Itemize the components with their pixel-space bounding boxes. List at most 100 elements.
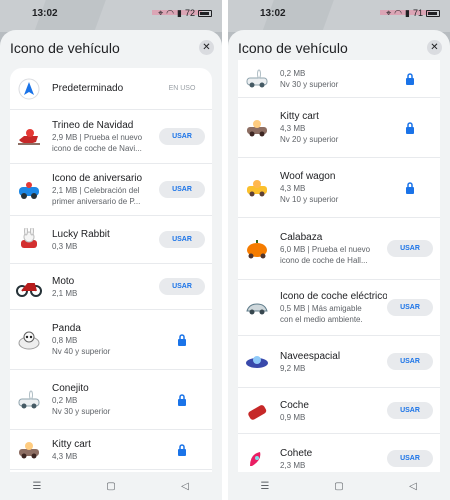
vehicle-name: Lucky Rabbit: [52, 228, 110, 240]
wifi-icon: ◠: [166, 7, 175, 18]
vehicle-row[interactable]: Icono de aniversario 2,1 MB | Celebración…: [10, 164, 212, 216]
vehicle-detail: Nv 30 y superior: [280, 79, 339, 89]
home-icon[interactable]: ▢: [329, 481, 349, 492]
left-screen: 13:02 ⌖ ◠ ▮ 72 Icono de vehículo ✕ Prede…: [0, 0, 222, 500]
vehicle-text: Naveespacial 9,2 MB: [280, 350, 387, 374]
vehicle-text: Woof wagon 4,3 MB Nv 10 y superior: [280, 170, 387, 205]
vehicle-row[interactable]: Icono de coche eléctrico 0,5 MB | Más ami…: [238, 280, 440, 336]
vehicle-size: 9,2 MB: [280, 363, 306, 373]
vehicle-text: Trineo de Navidad 2,9 MB | Prueba el nuev…: [52, 119, 159, 154]
lock-icon: [387, 72, 433, 85]
vehicle-text: Panda 0,8 MB Nv 40 y superior: [52, 322, 159, 357]
vehicle-icon-sheet: Icono de vehículo ✕ 0,2 MB Nv 30 y superi…: [228, 30, 450, 472]
right-screen: 13:02 ⌖ ◠ ▮ 71 Icono de vehículo ✕ 0,2 M…: [228, 0, 450, 500]
vehicle-text: Calabaza 6,0 MB | Prueba el nuevo icono de…: [280, 231, 387, 266]
use-button[interactable]: USAR: [159, 128, 205, 145]
vehicle-row[interactable]: Moto 2,1 MB USAR: [10, 264, 212, 310]
menu-icon[interactable]: ☰: [27, 481, 47, 492]
vehicle-name: Icono de coche eléctrico: [280, 291, 387, 302]
vehicle-text: Predeterminado: [52, 82, 159, 95]
vehicle-row[interactable]: Predeterminado EN USO: [10, 68, 212, 110]
back-icon[interactable]: ◁: [175, 481, 195, 492]
sheet-title: Icono de vehículo: [238, 40, 348, 56]
lucky-rabbit-icon: [16, 227, 42, 253]
vehicle-row[interactable]: Coche 0,9 MB USAR: [238, 388, 440, 434]
vehicle-detail: primer aniversario de P...: [52, 197, 141, 206]
status-icons: ⌖ ◠ ▮ 71: [386, 8, 440, 19]
vehicle-size: 2,9 MB | Prueba el nuevo: [52, 133, 143, 142]
location-icon: ⌖: [158, 7, 164, 18]
wifi-icon: ◠: [394, 7, 403, 18]
vehicle-text: Coche 0,9 MB: [280, 399, 387, 423]
vehicle-detail: icono de coche de Hall...: [280, 256, 368, 265]
battery-percent: 72: [184, 8, 195, 18]
status-bar: 13:02 ⌖ ◠ ▮ 72: [0, 6, 222, 20]
vehicle-text: Kitty cart 4,3 MB: [52, 438, 159, 462]
use-button[interactable]: USAR: [387, 299, 433, 316]
close-icon: ✕: [430, 42, 439, 53]
back-icon[interactable]: ◁: [403, 481, 423, 492]
status-time: 13:02: [260, 7, 286, 19]
vehicle-row[interactable]: Conejito 0,2 MB Nv 30 y superior: [10, 370, 212, 430]
vehicle-detail: Nv 40 y superior: [52, 347, 111, 356]
bunny-car-icon: [244, 66, 270, 92]
lock-icon: [159, 443, 205, 456]
use-button[interactable]: USAR: [159, 231, 205, 248]
vehicle-name: Moto: [52, 275, 75, 287]
vehicle-row[interactable]: Kitty cart 4,3 MB: [10, 430, 212, 470]
home-icon[interactable]: ▢: [101, 481, 121, 492]
vehicle-text: Conejito 0,2 MB Nv 30 y superior: [52, 382, 159, 417]
battery-icon: [426, 9, 440, 17]
close-button[interactable]: ✕: [199, 40, 214, 55]
lock-icon: [159, 333, 205, 346]
status-bar: 13:02 ⌖ ◠ ▮ 71: [228, 6, 450, 20]
bunny-car-icon: [16, 387, 42, 413]
car-icon: [244, 398, 270, 424]
lock-icon: [387, 121, 433, 134]
use-button[interactable]: USAR: [387, 402, 433, 419]
use-button[interactable]: USAR: [387, 353, 433, 370]
status-time: 13:02: [32, 7, 58, 19]
use-button[interactable]: USAR: [159, 278, 205, 295]
vehicle-row[interactable]: Calabaza 6,0 MB | Prueba el nuevo icono de…: [238, 218, 440, 280]
vehicle-row[interactable]: Naveespacial 9,2 MB USAR: [238, 336, 440, 388]
battery-icon: [198, 9, 212, 17]
vehicle-name: Predeterminado: [52, 83, 124, 94]
vehicle-name: Panda: [52, 323, 81, 334]
vehicle-size: 4,3 MB: [280, 184, 306, 193]
vehicle-row[interactable]: 0,2 MB Nv 30 y superior: [238, 60, 440, 98]
use-button[interactable]: USAR: [159, 181, 205, 198]
menu-icon[interactable]: ☰: [255, 481, 275, 492]
vehicle-name: Kitty cart: [280, 111, 319, 122]
vehicle-name: Calabaza: [280, 232, 323, 243]
vehicle-row[interactable]: Panda 0,8 MB Nv 40 y superior: [10, 310, 212, 370]
close-button[interactable]: ✕: [427, 40, 442, 55]
vehicle-detail: Nv 30 y superior: [52, 407, 111, 416]
signal-icon: ▮: [177, 7, 182, 18]
battery-percent: 71: [412, 8, 423, 18]
vehicle-detail: icono de coche de Navi...: [52, 144, 142, 153]
vehicle-text: Cohete 2,3 MB: [280, 447, 387, 471]
vehicle-size: 0,2 MB: [280, 68, 306, 78]
vehicle-row[interactable]: Kitty cart 4,3 MB Nv 20 y superior: [238, 98, 440, 158]
vehicle-text: Kitty cart 4,3 MB Nv 20 y superior: [280, 110, 387, 145]
vehicle-list: 0,2 MB Nv 30 y superior Kitty cart 4,3 MB Nv…: [238, 60, 440, 472]
vehicle-row[interactable]: Lucky Rabbit 0,3 MB USAR: [10, 216, 212, 264]
vehicle-text: 0,2 MB Nv 30 y superior: [280, 68, 387, 90]
vehicle-text: Moto 2,1 MB: [52, 275, 159, 299]
vehicle-name: Conejito: [52, 383, 89, 394]
vehicle-size: 6,0 MB | Prueba el nuevo: [280, 245, 371, 254]
use-button[interactable]: USAR: [387, 450, 433, 467]
vehicle-name: Coche: [280, 399, 309, 411]
kitty-cart-icon: [16, 437, 42, 463]
vehicle-size: 2,3 MB: [280, 460, 306, 470]
electric-car-icon: [244, 295, 270, 321]
lock-icon: [159, 393, 205, 406]
vehicle-row[interactable]: Trineo de Navidad 2,9 MB | Prueba el nuev…: [10, 110, 212, 164]
vehicle-detail: con el medio ambiente.: [280, 315, 363, 324]
use-button[interactable]: USAR: [387, 240, 433, 257]
vehicle-row[interactable]: Cohete 2,3 MB USAR: [238, 434, 440, 472]
vehicle-row[interactable]: Woof wagon 4,3 MB Nv 10 y superior: [238, 158, 440, 218]
system-nav-bar: ☰ ▢ ◁: [0, 472, 222, 500]
in-use-label: EN USO: [168, 85, 196, 92]
